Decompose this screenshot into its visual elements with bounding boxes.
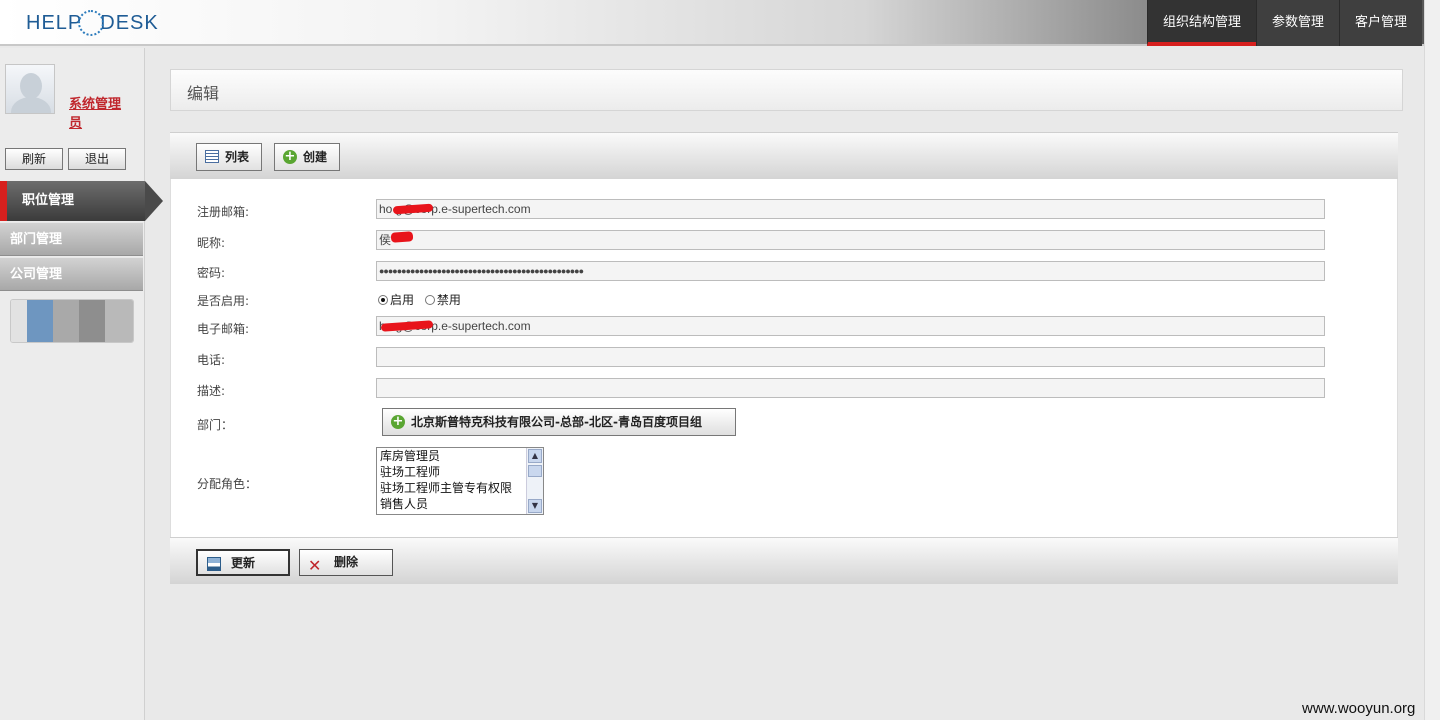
redaction-mark: [390, 231, 414, 243]
avatar: [5, 64, 55, 114]
helpdesk-logo[interactable]: HELP DESK: [26, 10, 159, 36]
enabled-label: 是否启用:: [197, 294, 250, 308]
enabled-off-radio[interactable]: [424, 295, 435, 305]
department-value: 北京斯普特克科技有限公司-总部-北区-青岛百度项目组: [411, 415, 702, 429]
edit-form: 注册邮箱: ho g@corp.e-supertech.com 昵称: 侯 密码…: [170, 179, 1398, 537]
update-button[interactable]: 更新: [196, 549, 290, 576]
blurred-banner: [10, 299, 134, 343]
top-nav: 组织结构管理 参数管理 客户管理: [1146, 0, 1422, 46]
top-header: HELP DESK 组织结构管理 参数管理 客户管理: [0, 0, 1440, 46]
scroll-up-icon[interactable]: ▲: [528, 449, 542, 463]
nav-org-structure[interactable]: 组织结构管理: [1146, 0, 1256, 46]
enabled-on-label: 启用: [390, 293, 415, 307]
list-button-label: 列表: [225, 150, 250, 164]
description-field[interactable]: [376, 378, 1325, 398]
page-title-bar: 编辑: [170, 69, 1403, 111]
nav-customers[interactable]: 客户管理: [1338, 0, 1422, 46]
sidebar: 系统管理员 刷新 退出 职位管理 部门管理 公司管理: [0, 48, 163, 720]
department-select-button[interactable]: + 北京斯普特克科技有限公司-总部-北区-青岛百度项目组: [382, 408, 736, 436]
sidebar-item-companies[interactable]: 公司管理: [0, 257, 143, 291]
sidebar-item-departments[interactable]: 部门管理: [0, 222, 143, 256]
page-title: 编辑: [187, 84, 220, 103]
active-menu-arrow-icon: [145, 181, 163, 221]
plus-icon: +: [283, 149, 297, 164]
password-label: 密码:: [197, 266, 226, 280]
role-option[interactable]: 驻场工程师: [377, 464, 543, 480]
scroll-down-icon[interactable]: ▼: [528, 499, 542, 513]
nickname-label: 昵称:: [197, 236, 226, 250]
delete-x-icon: ✕: [308, 556, 322, 575]
create-button-label: 创建: [303, 150, 328, 164]
logout-button[interactable]: 退出: [68, 148, 126, 170]
password-field[interactable]: ●●●●●●●●●●●●●●●●●●●●●●●●●●●●●●●●●●●●●●●●…: [376, 261, 1325, 281]
scroll-thumb[interactable]: [528, 465, 542, 477]
email-label: 电子邮箱:: [197, 322, 250, 336]
bottom-toolbar: 更新 ✕ 删除: [170, 537, 1398, 584]
enabled-on-radio[interactable]: [378, 295, 388, 305]
description-label: 描述:: [197, 384, 226, 398]
save-icon: [207, 557, 221, 571]
create-button[interactable]: + 创建: [274, 143, 340, 171]
enabled-radio-group: 启用 禁用: [378, 291, 461, 308]
email-field[interactable]: ho g@corp.e-supertech.com: [376, 316, 1325, 336]
role-option[interactable]: 库房管理员: [377, 448, 543, 464]
list-icon: [205, 150, 219, 163]
roles-label: 分配角色：: [197, 477, 258, 491]
roles-scrollbar[interactable]: ▲ ▼: [526, 448, 543, 514]
phone-field[interactable]: [376, 347, 1325, 367]
department-label: 部门：: [197, 418, 234, 432]
nickname-field[interactable]: 侯: [376, 230, 1325, 250]
refresh-button[interactable]: 刷新: [5, 148, 63, 170]
role-option[interactable]: 销售人员: [377, 496, 543, 512]
role-option[interactable]: 驻场工程师主管专有权限: [377, 480, 543, 496]
delete-button-label: 删除: [333, 555, 358, 569]
phone-label: 电话:: [197, 353, 226, 367]
avatar-body-icon: [11, 97, 51, 113]
delete-button[interactable]: ✕ 删除: [299, 549, 393, 576]
sidebar-item-positions[interactable]: 职位管理: [0, 181, 145, 221]
nav-parameters[interactable]: 参数管理: [1255, 0, 1339, 46]
enabled-off-label: 禁用: [436, 293, 461, 307]
list-button[interactable]: 列表: [196, 143, 262, 171]
username-link[interactable]: 系统管理员: [69, 95, 129, 133]
roles-listbox[interactable]: 库房管理员 驻场工程师 驻场工程师主管专有权限 销售人员 ▲ ▼: [376, 447, 544, 515]
register-email-label: 注册邮箱:: [197, 205, 250, 219]
logo-text-help: HELP: [26, 11, 83, 34]
avatar-head-icon: [20, 73, 42, 99]
watermark: www.wooyun.org: [1302, 700, 1416, 717]
plus-icon: +: [391, 414, 405, 429]
page-scrollbar[interactable]: [1424, 0, 1440, 720]
logo-text-desk: DESK: [100, 11, 159, 34]
update-button-label: 更新: [230, 556, 255, 570]
register-email-field[interactable]: ho g@corp.e-supertech.com: [376, 199, 1325, 219]
top-toolbar: 列表 + 创建: [170, 132, 1398, 179]
